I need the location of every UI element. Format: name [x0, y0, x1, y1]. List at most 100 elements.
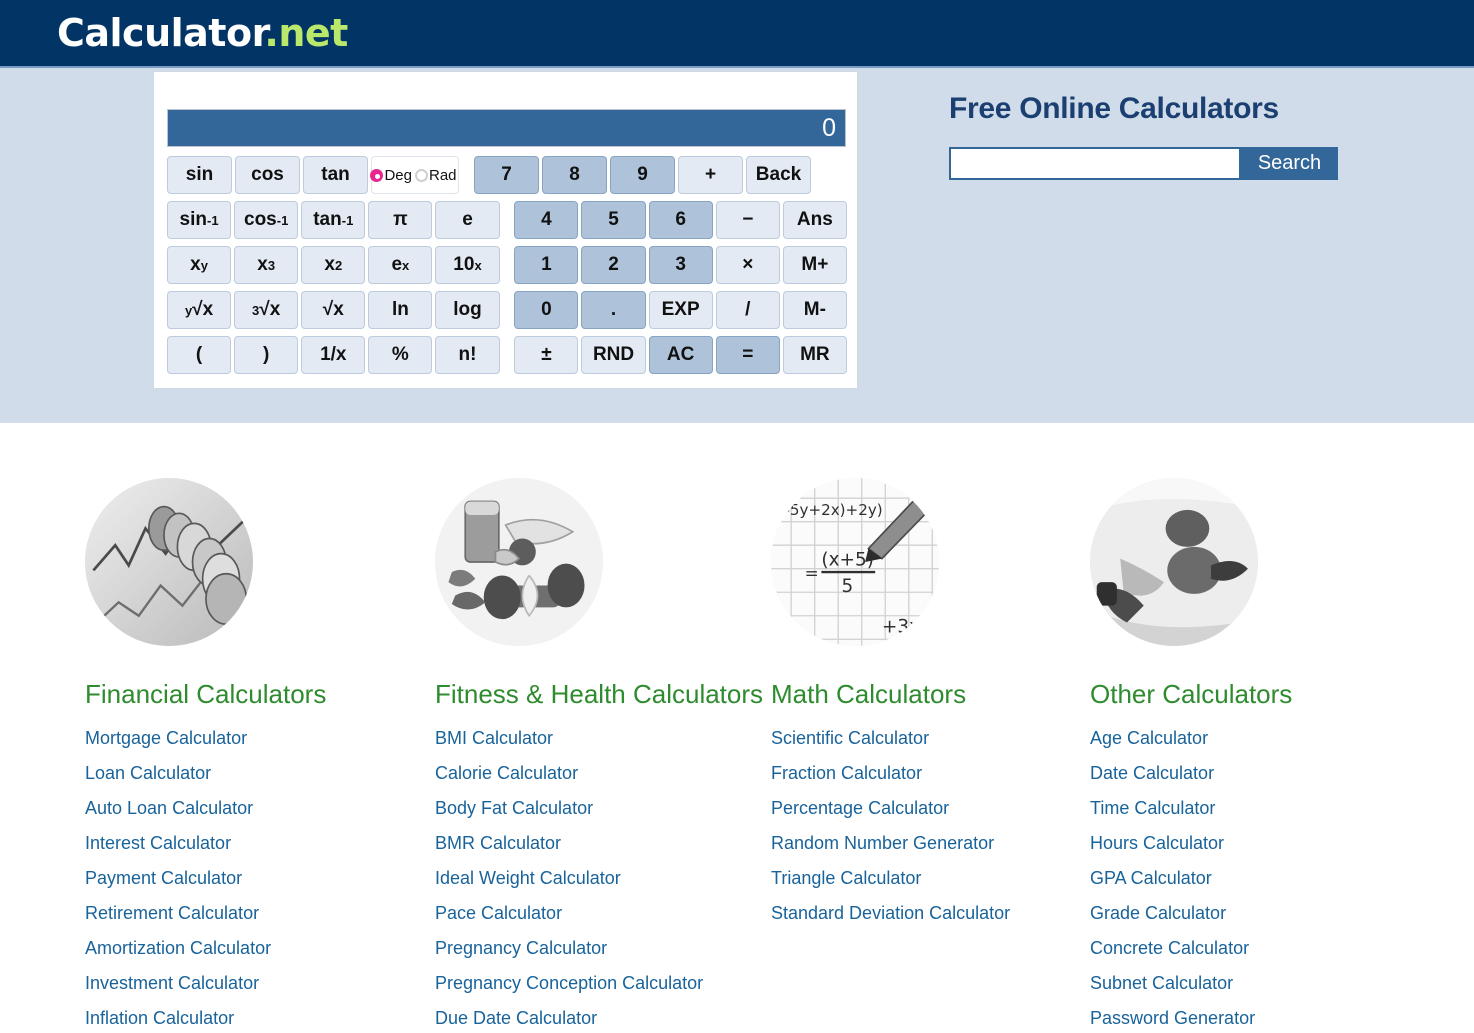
calc-key-back[interactable]: Back: [746, 156, 811, 194]
calc-key-exp[interactable]: EXP: [648, 291, 713, 329]
calc-key-cos-1[interactable]: cos -1: [234, 201, 299, 239]
calc-key-x-pow-y[interactable]: xy: [167, 246, 232, 284]
calculator-link[interactable]: Standard Deviation Calculator: [771, 903, 1078, 924]
math-equation-pencil-icon[interactable]: -5y+2x)+2y) (x+5) 5 = +3x: [771, 478, 939, 646]
calc-key-tan[interactable]: tan: [303, 156, 368, 194]
calc-key-nfact[interactable]: n!: [435, 336, 500, 374]
calc-key-x[interactable]: =: [715, 336, 780, 374]
calc-key-5[interactable]: 5: [581, 201, 646, 239]
calculator-link[interactable]: Time Calculator: [1090, 798, 1408, 819]
calc-key-rnd[interactable]: RND: [581, 336, 646, 374]
search-button[interactable]: Search: [1241, 147, 1338, 180]
calculator-link[interactable]: Amortization Calculator: [85, 938, 351, 959]
calculator-link[interactable]: Pregnancy Conception Calculator: [435, 973, 756, 994]
calc-key-tan-1[interactable]: tan -1: [301, 201, 366, 239]
calculator-link[interactable]: Fraction Calculator: [771, 763, 1078, 784]
calculator-link[interactable]: Scientific Calculator: [771, 728, 1078, 749]
calculator-link[interactable]: GPA Calculator: [1090, 868, 1408, 889]
coins-chart-icon[interactable]: [85, 478, 253, 646]
calc-key-sin[interactable]: sin: [167, 156, 232, 194]
logo-text-main: Calculator: [57, 11, 265, 55]
calculator-link[interactable]: Ideal Weight Calculator: [435, 868, 756, 889]
calc-key-sin-1[interactable]: sin -1: [167, 201, 232, 239]
calc-key-1dividex[interactable]: 1/x: [301, 336, 366, 374]
calculator-link[interactable]: Date Calculator: [1090, 763, 1408, 784]
calculator-link[interactable]: Hours Calculator: [1090, 833, 1408, 854]
search-input[interactable]: [949, 147, 1241, 180]
calc-key-rootx[interactable]: √x: [301, 291, 366, 329]
calc-key-0[interactable]: 0: [514, 291, 579, 329]
calculator-link[interactable]: Loan Calculator: [85, 763, 351, 784]
calc-key-times[interactable]: ×: [715, 246, 780, 284]
calc-key-3[interactable]: 3: [648, 246, 713, 284]
calc-key-ac[interactable]: AC: [648, 336, 713, 374]
calculator-link[interactable]: Password Generator: [1090, 1008, 1408, 1029]
calc-key-m+[interactable]: M+: [782, 246, 847, 284]
calc-key-mr[interactable]: MR: [782, 336, 847, 374]
calc-key-percent[interactable]: %: [368, 336, 433, 374]
calc-key-e[interactable]: e: [435, 201, 500, 239]
calc-key-cos[interactable]: cos: [235, 156, 300, 194]
calculator-link[interactable]: Grade Calculator: [1090, 903, 1408, 924]
calc-key-8[interactable]: 8: [542, 156, 607, 194]
calc-key-pi[interactable]: π: [368, 201, 433, 239]
calculator-link[interactable]: Percentage Calculator: [771, 798, 1078, 819]
calculator-link[interactable]: Random Number Generator: [771, 833, 1078, 854]
calculator-link[interactable]: Triangle Calculator: [771, 868, 1078, 889]
deg-label[interactable]: Deg: [384, 167, 412, 184]
category-title[interactable]: Financial Calculators: [85, 679, 351, 710]
calculator-link[interactable]: Calorie Calculator: [435, 763, 756, 784]
calculator-link[interactable]: Payment Calculator: [85, 868, 351, 889]
calc-key-x-pow-3[interactable]: x3: [234, 246, 299, 284]
rad-radio-icon[interactable]: [415, 168, 428, 182]
calculator-link[interactable]: BMR Calculator: [435, 833, 756, 854]
calculator-link[interactable]: Age Calculator: [1090, 728, 1408, 749]
calc-key-3rootx[interactable]: 3 √x: [234, 291, 299, 329]
calculator-link[interactable]: Subnet Calculator: [1090, 973, 1408, 994]
calc-key-ans[interactable]: Ans: [782, 201, 847, 239]
fuel-pump-icon[interactable]: [1090, 478, 1258, 646]
calc-key-x-pow-2[interactable]: x2: [301, 246, 366, 284]
calculator-link[interactable]: Auto Loan Calculator: [85, 798, 351, 819]
deg-radio-icon[interactable]: [370, 168, 384, 182]
calculator-link[interactable]: Mortgage Calculator: [85, 728, 351, 749]
rad-label[interactable]: Rad: [429, 167, 457, 184]
calc-key-9[interactable]: 9: [610, 156, 675, 194]
calc-key-open-paren[interactable]: (: [167, 336, 232, 374]
calc-key-m-[interactable]: M-: [782, 291, 847, 329]
calc-key-ln[interactable]: ln: [368, 291, 433, 329]
calc-key-4[interactable]: 4: [514, 201, 579, 239]
calc-key-2[interactable]: 2: [581, 246, 646, 284]
calculator-link[interactable]: Pace Calculator: [435, 903, 756, 924]
calc-key-yrootx[interactable]: y √x: [167, 291, 232, 329]
calculator-link[interactable]: Concrete Calculator: [1090, 938, 1408, 959]
calc-key-log[interactable]: log: [435, 291, 500, 329]
calc-key-6[interactable]: 6: [648, 201, 713, 239]
logo-text-net: net: [278, 11, 348, 55]
calc-key-7[interactable]: 7: [474, 156, 539, 194]
calculator-link[interactable]: Investment Calculator: [85, 973, 351, 994]
calculator-link[interactable]: Pregnancy Calculator: [435, 938, 756, 959]
calc-key-e-pow-x[interactable]: ex: [368, 246, 433, 284]
calc-key-1[interactable]: 1: [514, 246, 579, 284]
calculator-link[interactable]: Inflation Calculator: [85, 1008, 351, 1029]
calculator-link[interactable]: Retirement Calculator: [85, 903, 351, 924]
calc-key-close-paren[interactable]: ): [234, 336, 299, 374]
calc-key-plusminus[interactable]: ±: [514, 336, 579, 374]
calc-key-minus[interactable]: −: [715, 201, 780, 239]
healthy-food-dumbbell-icon[interactable]: [435, 478, 603, 646]
calc-key-divide[interactable]: /: [715, 291, 780, 329]
calc-key-+[interactable]: +: [678, 156, 743, 194]
site-logo[interactable]: Calculator.net: [57, 11, 348, 55]
calc-key-10-pow-x[interactable]: 10 x: [435, 246, 500, 284]
category-title[interactable]: Other Calculators: [1090, 679, 1408, 710]
calculator-link[interactable]: Interest Calculator: [85, 833, 351, 854]
calc-key-dot[interactable]: .: [581, 291, 646, 329]
angle-mode-selector[interactable]: Deg Rad: [370, 156, 459, 194]
svg-text:=: =: [805, 563, 819, 583]
category-title[interactable]: Fitness & Health Calculators: [435, 679, 763, 710]
category-title[interactable]: Math Calculators: [771, 679, 1078, 710]
calculator-link[interactable]: BMI Calculator: [435, 728, 756, 749]
calculator-link[interactable]: Due Date Calculator: [435, 1008, 756, 1029]
calculator-link[interactable]: Body Fat Calculator: [435, 798, 756, 819]
